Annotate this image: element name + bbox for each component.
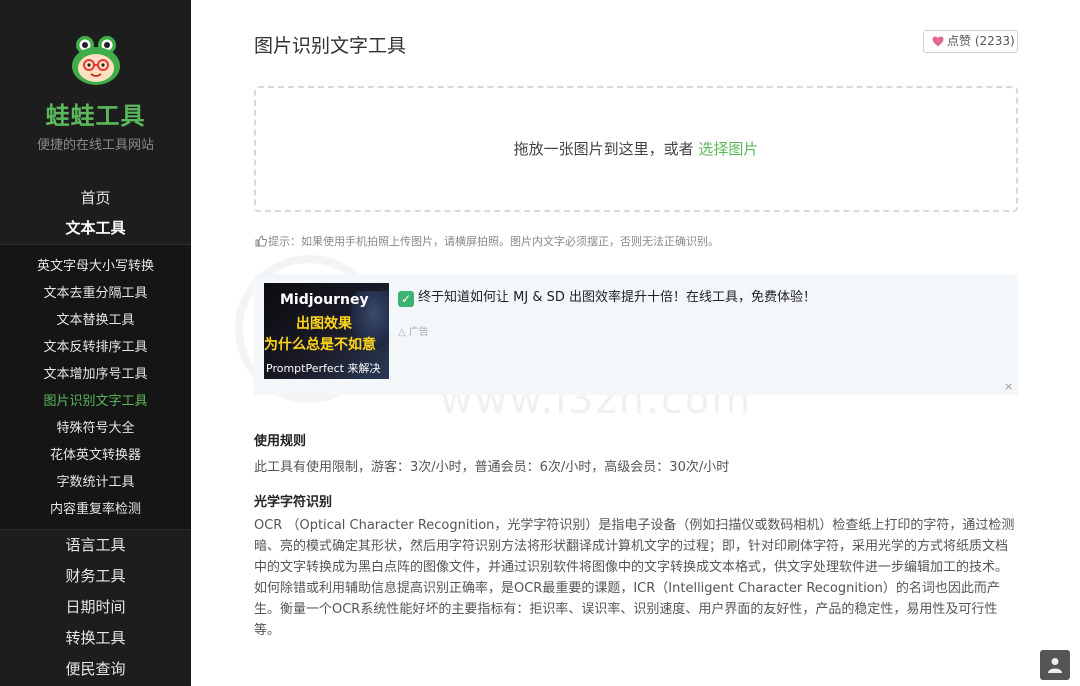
- heart-icon: [932, 36, 944, 47]
- usage-rules-heading: 使用规则: [254, 434, 307, 449]
- nav-item-text-tools[interactable]: 文本工具: [0, 214, 191, 242]
- site-slogan: 便捷的在线工具网站: [36, 138, 154, 153]
- sub-item-word-count[interactable]: 字数统计工具: [0, 472, 191, 494]
- image-dropzone[interactable]: 拖放一张图片到这里，或者 选择图片: [254, 86, 1018, 212]
- site-name[interactable]: 蛙蛙工具: [0, 96, 191, 131]
- check-mark-icon: ✓: [398, 291, 414, 307]
- nav-item-datetime[interactable]: 日期时间: [0, 593, 191, 621]
- page-title: 图片识别文字工具: [254, 35, 407, 57]
- like-count: 点赞 (2233): [947, 34, 1015, 48]
- user-float-button[interactable]: [1040, 650, 1070, 680]
- ocr-heading: 光学字符识别: [254, 495, 333, 510]
- sub-item-fancy-english[interactable]: 花体英文转换器: [0, 445, 191, 467]
- sub-item-dedupe[interactable]: 文本去重分隔工具: [0, 283, 191, 305]
- ad-image-line4: PromptPerfect 来解决: [266, 362, 381, 375]
- sub-item-duplicate-check[interactable]: 内容重复率检测: [0, 499, 191, 521]
- text-tools-submenu: 英文字母大小写转换 文本去重分隔工具 文本替换工具 文本反转排序工具 文本增加序…: [0, 244, 191, 530]
- ad-headline[interactable]: ✓ 终于知道如何让 MJ & SD 出图效率提升十倍！在线工具，免费体验！: [398, 286, 816, 307]
- dropzone-text: 拖放一张图片到这里，或者: [513, 140, 694, 158]
- ad-label-text: 广告: [408, 327, 429, 338]
- upload-tip-text: 提示：如果使用手机拍照上传图片，请横屏拍照。图片内文字必须摆正，否则无法正确识别…: [268, 235, 719, 248]
- sub-item-replace[interactable]: 文本替换工具: [0, 310, 191, 332]
- ad-label: △ 广告: [398, 327, 429, 338]
- usage-rules-text: 此工具有使用限制，游客：3次/小时，普通会员：6次/小时，高级会员：30次/小时: [254, 460, 730, 475]
- sub-item-case-convert[interactable]: 英文字母大小写转换: [0, 256, 191, 278]
- select-image-link[interactable]: 选择图片: [698, 140, 758, 158]
- sub-item-add-numbers[interactable]: 文本增加序号工具: [0, 364, 191, 386]
- nav-item-home[interactable]: 首页: [0, 184, 191, 212]
- sidebar: 蛙蛙工具 便捷的在线工具网站 首页 文本工具 英文字母大小写转换 文本去重分隔工…: [0, 0, 191, 686]
- nav-item-public-query[interactable]: 便民查询: [0, 655, 191, 683]
- like-button[interactable]: 点赞 (2233): [923, 30, 1018, 53]
- frog-logo-icon[interactable]: [70, 34, 122, 86]
- sub-item-reverse-sort[interactable]: 文本反转排序工具: [0, 337, 191, 359]
- sub-item-special-symbols[interactable]: 特殊符号大全: [0, 418, 191, 440]
- user-icon: [1048, 658, 1062, 673]
- ocr-description: OCR （Optical Character Recognition，光学字符识…: [254, 518, 1015, 638]
- ad-image[interactable]: Midjourney 出图效果 为什么总是不如意 PromptPerfect 来…: [264, 283, 389, 379]
- ad-banner[interactable]: Midjourney 出图效果 为什么总是不如意 PromptPerfect 来…: [254, 274, 1018, 395]
- ad-image-line1: Midjourney: [280, 292, 369, 308]
- sub-item-image-ocr[interactable]: 图片识别文字工具: [0, 391, 191, 413]
- ad-image-line3: 为什么总是不如意: [264, 337, 376, 353]
- upload-tip: 提示：如果使用手机拍照上传图片，请横屏拍照。图片内文字必须摆正，否则无法正确识别…: [255, 233, 719, 250]
- ad-image-line2: 出图效果: [296, 316, 352, 332]
- nav-item-finance-tools[interactable]: 财务工具: [0, 562, 191, 590]
- ad-close-button[interactable]: ×: [1004, 380, 1013, 393]
- nav-item-language-tools[interactable]: 语言工具: [0, 531, 191, 559]
- nav-item-convert-tools[interactable]: 转换工具: [0, 624, 191, 652]
- thumbs-up-icon: [255, 235, 268, 250]
- ad-headline-text: 终于知道如何让 MJ & SD 出图效率提升十倍！在线工具，免费体验！: [418, 290, 816, 305]
